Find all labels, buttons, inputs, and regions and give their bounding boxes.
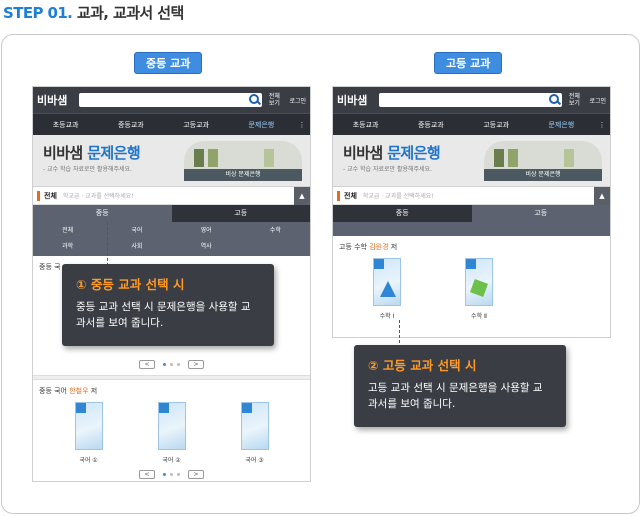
book-cover[interactable] xyxy=(373,258,401,306)
callout-leader-line xyxy=(399,320,400,348)
banner-title: 비바샘 문제은행 xyxy=(343,144,441,162)
login-button[interactable]: 로그인 xyxy=(289,96,306,105)
book-cover[interactable] xyxy=(74,402,103,450)
tab-high[interactable]: 고등 xyxy=(471,205,610,222)
book-cover[interactable] xyxy=(240,402,269,450)
nav-question-bank[interactable]: 문제은행 xyxy=(529,120,594,130)
subject-social[interactable]: 사회 xyxy=(102,239,171,255)
book-item[interactable]: 국어 ③ xyxy=(231,402,279,464)
filter-row: 전체 학교급 · 교과를 선택하세요! ▲ xyxy=(333,186,610,205)
pager: < > xyxy=(33,354,310,375)
nav-elementary[interactable]: 초등교과 xyxy=(333,120,398,130)
more-menu-icon[interactable]: ⋮ xyxy=(594,121,610,129)
tab-high[interactable]: 고등 xyxy=(171,205,310,222)
all-view-button[interactable]: 전체 보기 xyxy=(567,93,581,107)
book-list: 국어 ① 국어 ② 국어 ③ xyxy=(33,402,310,464)
tab-middle[interactable]: 중등 xyxy=(33,205,172,222)
middle-callout: ① 중등 교과 선택 시 중등 교과 선택 시 문제은행을 사용할 교과서를 보… xyxy=(62,264,274,346)
top-bar: 비바샘 전체 보기 로그인 xyxy=(33,87,310,113)
page-title: STEP 01. 교과, 교과서 선택 xyxy=(3,2,184,23)
search-input[interactable] xyxy=(79,93,263,107)
step-text: 교과, 교과서 선택 xyxy=(76,4,184,22)
login-button[interactable]: 로그인 xyxy=(589,96,606,105)
subject-all[interactable]: 전체 xyxy=(33,223,102,239)
level-tabs: 중등 고등 xyxy=(33,205,310,222)
subject-math[interactable]: 수학 xyxy=(241,223,310,239)
middle-tag: 중등 교과 xyxy=(134,52,203,74)
filter-label: 전체 xyxy=(37,190,57,201)
collapse-icon[interactable]: ▲ xyxy=(594,186,610,205)
subject-grid: 전체 국어 영어 수학 과학 사회 역사 xyxy=(33,222,310,256)
banner-subtitle: - 교수 학습 자료로만 활용해주세요. xyxy=(343,166,432,173)
book-item[interactable]: 수학 Ⅱ xyxy=(455,258,503,320)
next-button[interactable]: > xyxy=(188,360,204,369)
subject-english[interactable]: 영어 xyxy=(172,223,241,239)
book-title: 국어 ① xyxy=(79,457,98,464)
nav-question-bank[interactable]: 문제은행 xyxy=(229,120,294,130)
subject-korean[interactable]: 국어 xyxy=(102,223,171,239)
callout-leader-line xyxy=(107,222,108,266)
book-item[interactable]: 국어 ② xyxy=(148,402,196,464)
nav-high[interactable]: 고등교과 xyxy=(464,120,529,130)
book-title: 수학 Ⅰ xyxy=(379,313,395,320)
search-input[interactable] xyxy=(379,93,563,107)
banner-caption: 비상 문제은행 xyxy=(184,169,302,181)
next-button[interactable]: > xyxy=(188,470,204,479)
prev-button[interactable]: < xyxy=(139,470,155,479)
search-icon[interactable] xyxy=(549,94,560,104)
banner: 비바샘 문제은행 - 교수 학습 자료로만 활용해주세요. 비상 문제은행 xyxy=(333,135,610,187)
filter-placeholder[interactable]: 학교급 · 교과를 선택하세요! xyxy=(363,191,594,200)
main-nav: 초등교과 중등교과 고등교과 문제은행 ⋮ xyxy=(33,113,310,135)
search-icon[interactable] xyxy=(249,94,260,104)
pager: < > xyxy=(33,464,310,481)
top-bar: 비바샘 전체 보기 로그인 xyxy=(333,87,610,113)
book-item[interactable]: 국어 ① xyxy=(65,402,113,464)
main-nav: 초등교과 중등교과 고등교과 문제은행 ⋮ xyxy=(333,113,610,135)
subject-science[interactable]: 과학 xyxy=(33,239,102,255)
high-tag: 고등 교과 xyxy=(434,52,503,74)
high-phone-screen: 비바샘 전체 보기 로그인 초등교과 중등교과 고등교과 문제은행 ⋮ 비바샘 … xyxy=(332,86,611,338)
book-item[interactable]: 수학 Ⅰ xyxy=(363,258,411,320)
callout-description: 중등 교과 선택 시 문제은행을 사용할 교과서를 보여 줍니다. xyxy=(76,301,251,329)
high-callout: ② 고등 교과 선택 시 고등 교과 선택 시 문제은행을 사용할 교과서를 보… xyxy=(354,345,566,427)
section-heading: 고등 수학 김원경 저 xyxy=(339,243,398,251)
book-title: 국어 ③ xyxy=(245,457,264,464)
filter-row: 전체 학교급 · 교과를 선택하세요! ▲ xyxy=(33,186,310,205)
banner-subtitle: - 교수 학습 자료로만 활용해주세요. xyxy=(43,166,132,173)
book-title: 수학 Ⅱ xyxy=(471,313,487,320)
nav-middle[interactable]: 중등교과 xyxy=(398,120,463,130)
banner-title: 비바샘 문제은행 xyxy=(43,144,141,162)
callout-title: ① 중등 교과 선택 시 xyxy=(76,277,185,292)
prev-button[interactable]: < xyxy=(139,360,155,369)
more-menu-icon[interactable]: ⋮ xyxy=(294,121,310,129)
filter-placeholder[interactable]: 학교급 · 교과를 선택하세요! xyxy=(63,191,294,200)
callout-description: 고등 교과 선택 시 문제은행을 사용할 교과서를 보여 줍니다. xyxy=(368,382,543,410)
nav-elementary[interactable]: 초등교과 xyxy=(33,120,98,130)
logo[interactable]: 비바샘 xyxy=(37,92,79,108)
nav-middle[interactable]: 중등교과 xyxy=(98,120,163,130)
step-number: STEP 01. xyxy=(3,4,73,22)
book-list: 수학 Ⅰ 수학 Ⅱ xyxy=(333,258,610,320)
section-heading: 중등 국어 한철우 저 xyxy=(39,387,98,395)
banner: 비바샘 문제은행 - 교수 학습 자료로만 활용해주세요. 비상 문제은행 xyxy=(33,135,310,187)
level-tabs: 중등 고등 xyxy=(333,205,610,222)
nav-high[interactable]: 고등교과 xyxy=(164,120,229,130)
book-cover[interactable] xyxy=(157,402,186,450)
book-cover[interactable] xyxy=(465,258,493,306)
tab-middle[interactable]: 중등 xyxy=(333,205,472,222)
bookshelf-illustration: 비상 문제은행 xyxy=(184,141,302,181)
filter-label: 전체 xyxy=(337,190,357,201)
subject-history[interactable]: 역사 xyxy=(172,239,241,255)
collapse-icon[interactable]: ▲ xyxy=(294,186,310,205)
logo[interactable]: 비바샘 xyxy=(337,92,379,108)
book-title: 국어 ② xyxy=(162,457,181,464)
callout-title: ② 고등 교과 선택 시 xyxy=(368,358,477,373)
bookshelf-illustration: 비상 문제은행 xyxy=(484,141,602,181)
all-view-button[interactable]: 전체 보기 xyxy=(267,93,281,107)
banner-caption: 비상 문제은행 xyxy=(484,169,602,181)
